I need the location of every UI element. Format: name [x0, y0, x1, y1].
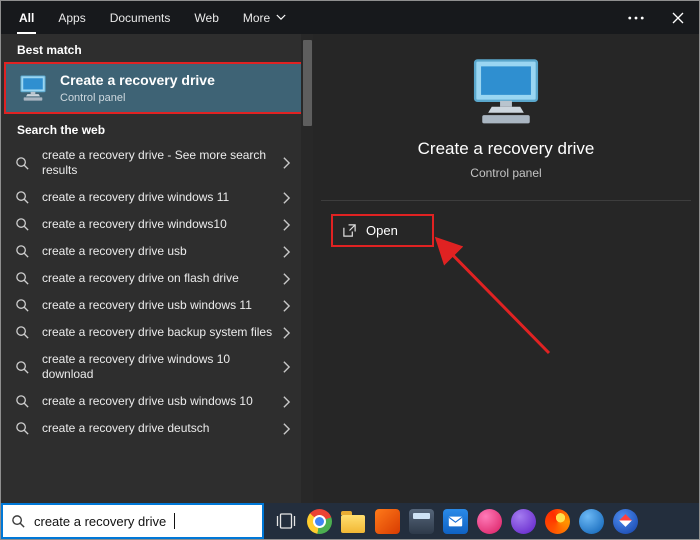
search-icon [15, 325, 31, 340]
app-icon-pink[interactable] [476, 508, 502, 534]
close-icon[interactable] [657, 1, 699, 34]
tab-documents-label: Documents [109, 10, 171, 25]
tab-web-label: Web [194, 10, 219, 25]
search-suggestion[interactable]: create a recovery drive usb [1, 238, 313, 265]
chevron-right-icon[interactable] [282, 245, 291, 259]
task-view-icon[interactable] [270, 503, 302, 539]
recovery-drive-icon-large [468, 58, 544, 127]
suggestion-text: create a recovery drive deutsch [42, 421, 210, 435]
tab-documents[interactable]: Documents [98, 1, 183, 34]
scrollbar-track[interactable] [301, 34, 313, 503]
tab-all-label: All [19, 10, 35, 25]
search-suggestion[interactable]: create a recovery drive windows10 [1, 211, 313, 238]
suggestion-text: create a recovery drive windows 11 [42, 190, 230, 204]
search-suggestion[interactable]: create a recovery drive usb windows 11 [1, 292, 313, 319]
chevron-right-icon[interactable] [282, 156, 291, 170]
chevron-down-icon [276, 14, 286, 21]
tab-all[interactable]: All [7, 1, 46, 34]
mail-icon[interactable] [442, 508, 468, 534]
text-caret [174, 513, 176, 529]
chevron-right-icon[interactable] [282, 326, 291, 340]
best-match-title: Create a recovery drive [60, 72, 215, 88]
search-input-value: create a recovery drive [34, 513, 167, 529]
search-icon [15, 244, 31, 259]
suggestion-text: create a recovery drive - See more searc… [42, 148, 267, 177]
preview-title: Create a recovery drive [417, 139, 595, 158]
open-icon [342, 223, 357, 238]
chevron-right-icon[interactable] [282, 191, 291, 205]
best-match-subtitle: Control panel [60, 92, 126, 104]
search-icon [15, 298, 31, 313]
taskbar-app-icons [302, 508, 642, 534]
search-icon [15, 421, 31, 436]
recovery-drive-icon [18, 74, 48, 102]
search-suggestion[interactable]: create a recovery drive - See more searc… [1, 142, 313, 184]
chevron-right-icon[interactable] [282, 422, 291, 436]
preview-divider [321, 200, 691, 201]
options-ellipsis-button[interactable] [615, 1, 657, 34]
search-icon [15, 271, 31, 286]
preview-pane: Create a recovery drive Control panel Op… [313, 34, 699, 503]
window-controls [615, 1, 699, 34]
file-explorer-icon[interactable] [341, 509, 366, 534]
scrollbar-thumb[interactable] [303, 40, 312, 126]
preview-subtitle: Control panel [470, 166, 542, 180]
app-icon-compass[interactable] [612, 508, 638, 534]
web-suggestion-list: create a recovery drive - See more searc… [1, 142, 313, 442]
suggestion-text: create a recovery drive usb [42, 244, 187, 258]
search-suggestion[interactable]: create a recovery drive usb windows 10 [1, 388, 313, 415]
search-suggestion[interactable]: create a recovery drive on flash drive [1, 265, 313, 292]
search-filter-bar: All Apps Documents Web More [1, 1, 699, 34]
chevron-right-icon[interactable] [282, 272, 291, 286]
search-web-header: Search the web [17, 123, 106, 137]
suggestion-text: create a recovery drive on flash drive [42, 271, 239, 285]
best-match-text: Create a recovery drive Control panel [60, 72, 215, 104]
search-icon [15, 156, 31, 171]
chrome-icon[interactable] [306, 508, 332, 534]
taskbar: create a recovery drive [1, 503, 699, 539]
chevron-right-icon[interactable] [282, 218, 291, 232]
tab-more-label: More [242, 10, 271, 25]
chevron-right-icon[interactable] [282, 299, 291, 313]
search-icon [15, 394, 31, 409]
chevron-right-icon[interactable] [282, 395, 291, 409]
search-suggestion[interactable]: create a recovery drive backup system fi… [1, 319, 313, 346]
taskbar-search-input[interactable]: create a recovery drive [1, 503, 264, 539]
open-button[interactable]: Open [333, 216, 432, 245]
search-results-panel: Best match Create a recovery drive Contr… [1, 34, 313, 503]
best-match-header: Best match [17, 43, 82, 57]
app-icon-purple[interactable] [510, 508, 536, 534]
search-icon [11, 514, 26, 529]
suggestion-text: create a recovery drive usb windows 11 [42, 298, 252, 312]
thunderbird-icon[interactable] [578, 508, 604, 534]
open-button-annotation-box: Open [331, 214, 434, 247]
tab-apps[interactable]: Apps [46, 1, 97, 34]
firefox-icon[interactable] [544, 508, 570, 534]
search-suggestion[interactable]: create a recovery drive deutsch [1, 415, 313, 442]
search-suggestion[interactable]: create a recovery drive windows 11 [1, 184, 313, 211]
search-suggestion[interactable]: create a recovery drive windows 10 downl… [1, 346, 313, 388]
app-icon-orange[interactable] [374, 508, 400, 534]
tab-web[interactable]: Web [182, 1, 230, 34]
chevron-right-icon[interactable] [282, 360, 291, 374]
tab-apps-label: Apps [58, 10, 86, 25]
suggestion-text: create a recovery drive usb windows 10 [42, 394, 253, 408]
open-button-label: Open [366, 223, 398, 238]
app-icon-calculator[interactable] [408, 508, 434, 534]
suggestion-text: create a recovery drive backup system fi… [42, 325, 273, 339]
search-icon [15, 190, 31, 205]
search-icon [15, 360, 31, 375]
filter-tabs: All Apps Documents Web More [1, 1, 298, 34]
windows-search-screen: All Apps Documents Web More Best match C… [0, 0, 700, 540]
suggestion-text: create a recovery drive windows10 [42, 217, 227, 231]
search-icon [15, 217, 31, 232]
tab-more[interactable]: More [231, 1, 298, 34]
suggestion-text: create a recovery drive windows 10 downl… [42, 352, 231, 381]
best-match-result[interactable]: Create a recovery drive Control panel [4, 62, 309, 114]
